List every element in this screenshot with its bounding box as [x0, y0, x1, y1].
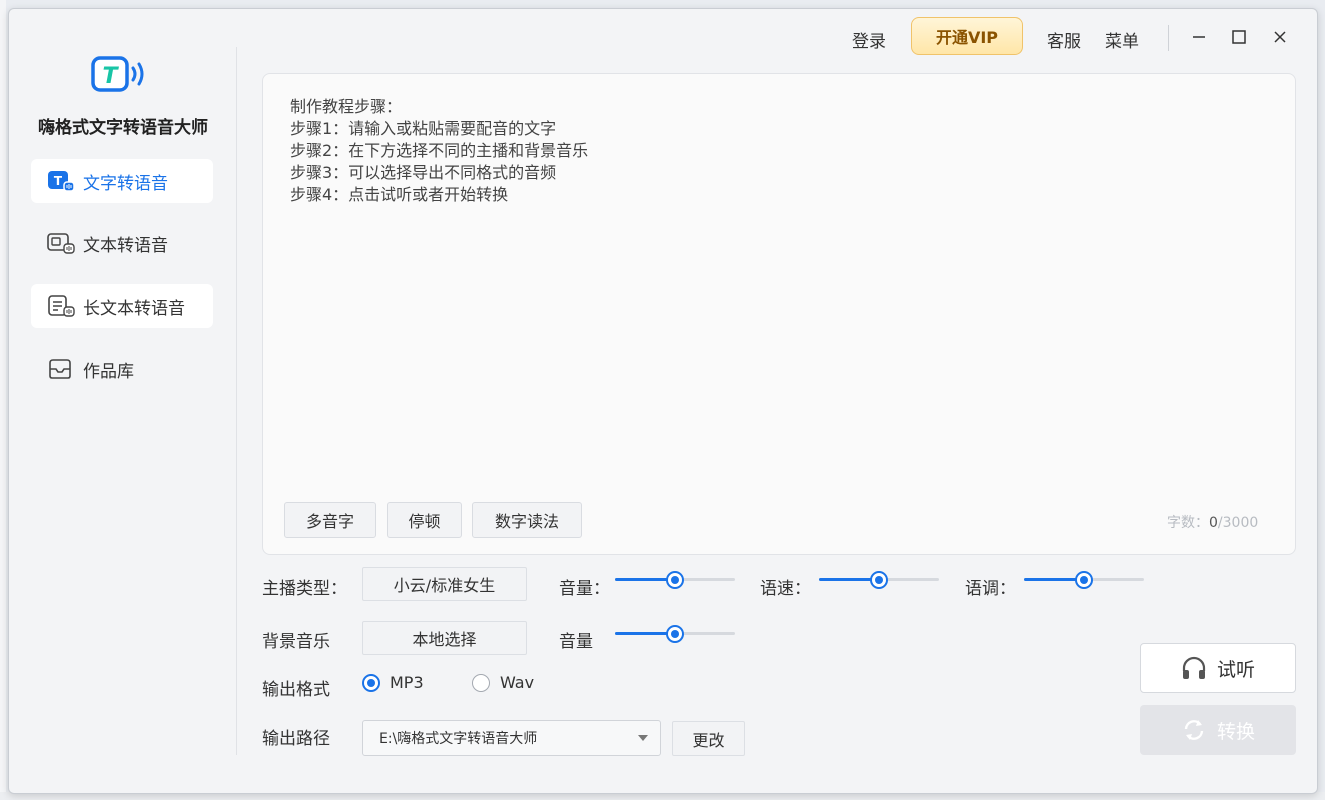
number-reading-button[interactable]: 数字读法	[472, 502, 582, 538]
slider-thumb[interactable]	[666, 571, 684, 589]
anchor-select-button[interactable]: 小云/标准女生	[362, 567, 527, 601]
radio-label: Wav	[500, 673, 535, 692]
slider-thumb[interactable]	[870, 571, 888, 589]
sidebar-divider	[236, 47, 237, 755]
char-count-max: /3000	[1217, 515, 1259, 531]
pitch-label: 语调：	[965, 579, 1016, 599]
char-count-current: 0	[1209, 515, 1218, 531]
speed-slider[interactable]	[819, 571, 939, 589]
sidebar-item-long-text-to-speech[interactable]: 长文本转语音	[31, 284, 213, 328]
slider-thumb[interactable]	[666, 625, 684, 643]
long-text-to-speech-icon	[48, 295, 75, 317]
vip-button[interactable]: 开通VIP	[911, 17, 1023, 55]
bgm-volume-label: 音量	[559, 632, 593, 652]
radio-label: MP3	[390, 673, 424, 692]
topbar-separator	[1168, 25, 1169, 51]
minimize-icon[interactable]	[1187, 25, 1211, 49]
volume-label: 音量：	[559, 579, 610, 599]
change-path-button[interactable]: 更改	[672, 721, 745, 756]
chevron-down-icon[interactable]	[638, 735, 648, 741]
login-link[interactable]: 登录	[852, 27, 886, 52]
bgm-label: 背景音乐	[262, 632, 330, 652]
char-count: 字数：0/3000	[1167, 512, 1258, 532]
pitch-slider[interactable]	[1024, 571, 1144, 589]
volume-slider[interactable]	[615, 571, 735, 589]
menu-link[interactable]: 菜单	[1105, 27, 1139, 52]
sidebar-item-file-to-speech[interactable]: 文本转语音	[31, 221, 213, 265]
close-icon[interactable]	[1268, 25, 1292, 49]
sidebar-item-label: 长文本转语音	[83, 298, 185, 319]
app-title: 嗨格式文字转语音大师	[38, 118, 208, 138]
slider-thumb[interactable]	[1075, 571, 1093, 589]
listen-label: 试听	[1216, 658, 1255, 681]
headphones-icon	[1182, 656, 1206, 679]
speed-label: 语速：	[760, 579, 811, 599]
text-to-speech-icon: T	[48, 171, 75, 192]
output-path-label: 输出路径	[262, 729, 330, 749]
format-radio-mp3[interactable]: MP3	[362, 673, 424, 692]
output-format-label: 输出格式	[262, 680, 330, 700]
bgm-volume-slider[interactable]	[615, 625, 735, 643]
convert-refresh-icon	[1184, 720, 1204, 740]
app-window: T 嗨格式文字转语音大师 T 文字转语音 文本转语音 长文本转语音 作品库 登录…	[8, 8, 1318, 794]
svg-text:T: T	[102, 64, 119, 89]
sidebar: T 嗨格式文字转语音大师 T 文字转语音 文本转语音 长文本转语音 作品库	[9, 9, 237, 793]
listen-button[interactable]: 试听	[1140, 643, 1296, 693]
background-app-edge	[0, 0, 6, 800]
file-to-speech-icon	[47, 233, 75, 254]
char-count-label: 字数：	[1167, 515, 1209, 531]
bgm-local-select-button[interactable]: 本地选择	[362, 621, 527, 655]
customer-service-link[interactable]: 客服	[1047, 27, 1081, 52]
app-logo-icon: T	[91, 55, 151, 95]
pause-button[interactable]: 停顿	[387, 502, 462, 538]
editor-placeholder[interactable]: 制作教程步骤： 步骤1：请输入或粘贴需要配音的文字 步骤2：在下方选择不同的主播…	[290, 96, 588, 206]
output-path-select[interactable]: E:\嗨格式文字转语音大师	[362, 720, 661, 756]
anchor-type-label: 主播类型：	[262, 579, 347, 599]
sidebar-item-label: 作品库	[83, 361, 134, 382]
radio-dot[interactable]	[362, 673, 380, 692]
polyphone-button[interactable]: 多音字	[284, 502, 376, 538]
convert-button[interactable]: 转换	[1140, 705, 1296, 755]
radio-dot[interactable]	[472, 673, 490, 692]
sidebar-item-label: 文字转语音	[83, 173, 168, 194]
sidebar-item-text-to-speech[interactable]: T 文字转语音	[31, 159, 213, 203]
convert-label: 转换	[1216, 720, 1255, 743]
maximize-icon[interactable]	[1227, 25, 1251, 49]
text-editor[interactable]: 制作教程步骤： 步骤1：请输入或粘贴需要配音的文字 步骤2：在下方选择不同的主播…	[262, 73, 1296, 555]
library-icon	[49, 359, 71, 379]
format-radio-wav[interactable]: Wav	[472, 673, 534, 692]
output-path-value: E:\嗨格式文字转语音大师	[379, 731, 538, 747]
svg-text:T: T	[54, 174, 63, 188]
sidebar-item-library[interactable]: 作品库	[31, 347, 213, 391]
sidebar-item-label: 文本转语音	[83, 235, 168, 256]
